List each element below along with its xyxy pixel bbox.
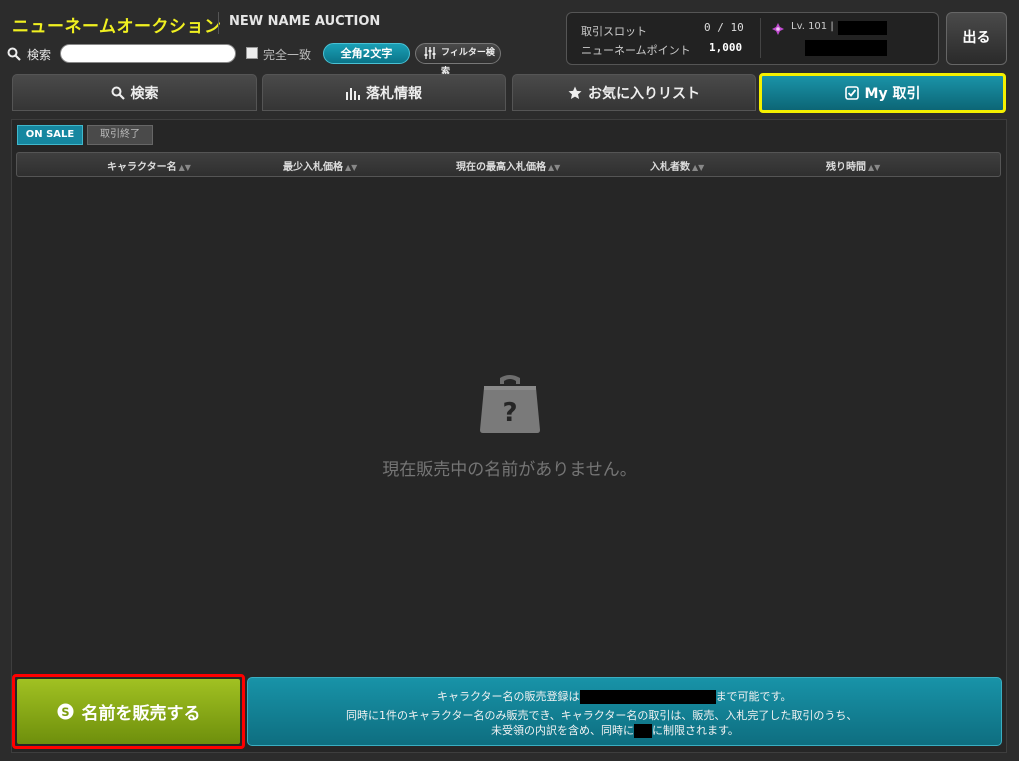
sell-name-label: 名前を販売する: [81, 704, 201, 724]
name-point-value: 1,000: [709, 41, 743, 54]
column-header-min-bid[interactable]: 最少入札価格 ▲▼: [283, 158, 357, 173]
redacted-world-name: [805, 40, 887, 56]
column-header-remaining-time[interactable]: 残り時間 ▲▼: [826, 158, 880, 173]
bar-chart-icon: [346, 87, 360, 100]
name-point-label: ニューネームポイント: [581, 44, 691, 57]
svg-text:?: ?: [502, 398, 517, 428]
sort-arrows-icon: ▲▼: [548, 163, 561, 172]
sort-arrows-icon: ▲▼: [692, 163, 705, 172]
trade-slot-value: 0 / 10: [704, 21, 744, 34]
column-header-bidders[interactable]: 入札者数 ▲▼: [650, 158, 704, 173]
app-title: ニューネームオークション: [12, 17, 222, 37]
star-icon: [568, 86, 582, 99]
search-label: 検索: [27, 48, 52, 62]
exit-button[interactable]: 出る: [946, 12, 1007, 65]
notice-line-3: 未受領の内訳を含め、同時に に制限されます。: [491, 724, 739, 738]
tab-search[interactable]: 検索: [12, 74, 257, 111]
sort-arrows-icon: ▲▼: [178, 163, 191, 172]
sort-arrows-icon: ▲▼: [345, 163, 358, 172]
trade-ended-filter-button[interactable]: 取引終了: [87, 125, 153, 145]
tab-search-label: 検索: [130, 85, 159, 102]
tab-favorites-label: お気に入りリスト: [588, 85, 700, 102]
app-subtitle: NEW NAME AUCTION: [229, 14, 381, 29]
info-divider: [760, 18, 761, 58]
search-input[interactable]: [60, 44, 236, 63]
fullwidth-2char-button[interactable]: 全角2文字: [323, 43, 410, 64]
tab-my-trade[interactable]: My 取引: [759, 73, 1006, 113]
notice-line-2: 同時に1件のキャラクター名のみ販売でき、キャラクター名の取引は、販売、入札完了し…: [346, 709, 858, 722]
redacted-character-name: [838, 21, 887, 35]
character-level: Lv. 101 |: [791, 21, 834, 32]
redacted-date: [579, 690, 716, 704]
filter-sliders-icon: [424, 47, 436, 59]
on-sale-filter-button[interactable]: ON SALE: [17, 125, 83, 145]
my-trade-panel: [11, 119, 1007, 753]
tab-auction-info[interactable]: 落札情報: [262, 74, 506, 111]
exact-match-checkbox[interactable]: [246, 47, 258, 59]
notice-line-1: キャラクター名の販売登録は まで可能です。: [437, 690, 792, 704]
dollar-coin-icon: S: [56, 703, 74, 720]
tab-favorites[interactable]: お気に入りリスト: [512, 74, 756, 111]
tab-my-trade-label: My 取引: [864, 86, 921, 102]
exact-match-label: 完全一致: [263, 48, 312, 62]
search-icon: [111, 86, 125, 100]
column-header-top-bid[interactable]: 現在の最高入札価格 ▲▼: [456, 158, 560, 173]
empty-state-message: 現在販売中の名前がありません。: [382, 460, 637, 480]
class-emblem-icon: [772, 23, 784, 35]
redacted-count: [634, 724, 652, 738]
column-header-character-name[interactable]: キャラクター名 ▲▼: [107, 158, 191, 173]
sell-name-button[interactable]: S 名前を販売する: [17, 679, 240, 744]
title-divider: [218, 12, 219, 34]
sort-arrows-icon: ▲▼: [868, 163, 881, 172]
search-icon: [7, 47, 21, 61]
tab-auction-info-label: 落札情報: [366, 85, 422, 102]
checkbox-icon: [844, 86, 859, 100]
trade-slot-label: 取引スロット: [581, 25, 647, 38]
question-box-icon: ?: [480, 375, 540, 433]
svg-text:S: S: [61, 705, 69, 719]
